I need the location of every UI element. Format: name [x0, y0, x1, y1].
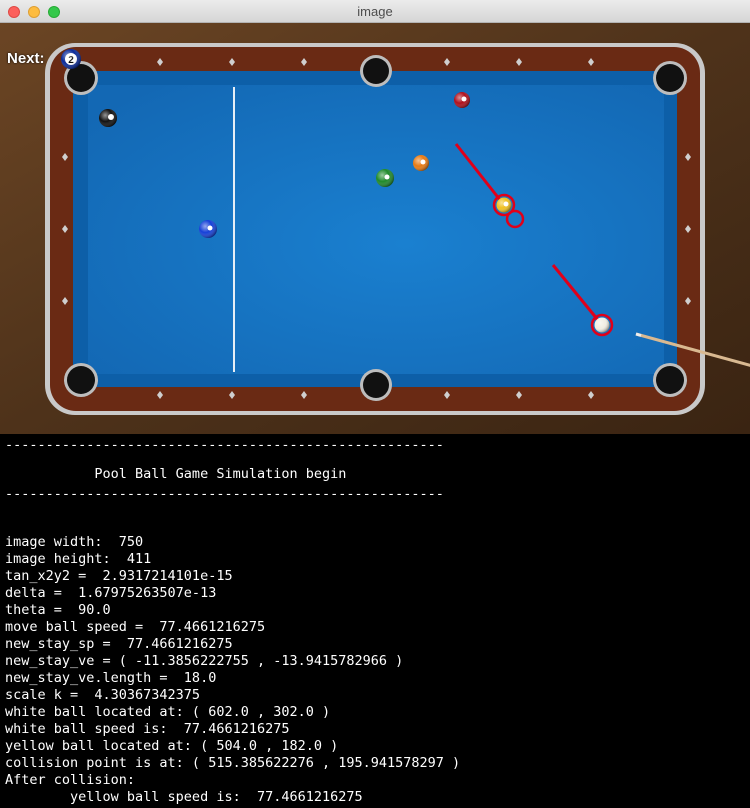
ball-blue[interactable]: [199, 220, 217, 238]
ball-yellow[interactable]: [492, 193, 516, 217]
console-line: yellow ball speed is: 77.4661216275: [5, 789, 363, 805]
next-ball-label: Next:: [7, 50, 45, 67]
console-line: ----------------------------------------…: [5, 437, 444, 453]
cue-ball[interactable]: [590, 313, 614, 337]
ball-red[interactable]: [454, 92, 470, 108]
console-line: yellow ball located at: ( 504.0 , 182.0 …: [5, 738, 339, 754]
pool-game-canvas[interactable]: Next: 2: [0, 23, 750, 434]
console-line: delta = 1.67975263507e-13: [5, 585, 217, 601]
console-line: image width: 750: [5, 534, 144, 550]
table-felt: [88, 85, 664, 374]
console-line: new_stay_ve.length = 18.0: [5, 670, 217, 686]
ball-black[interactable]: [99, 109, 117, 127]
ball-orange[interactable]: [413, 155, 429, 171]
ball-green[interactable]: [376, 169, 394, 187]
console-line: image height: 411: [5, 551, 152, 567]
console-line: new_stay_sp = 77.4661216275: [5, 636, 233, 652]
console-line: white ball located at: ( 602.0 , 302.0 ): [5, 704, 331, 720]
console-line: scale k = 4.30367342375: [5, 687, 201, 703]
window-title: image: [357, 4, 393, 19]
console-line: tan_x2y2 = 2.9317214101e-15: [5, 568, 233, 584]
console-line: move ball speed = 77.4661216275: [5, 619, 266, 635]
pool-table: [0, 23, 750, 434]
console-line: After collision:: [5, 772, 136, 788]
console-line: ----------------------------------------…: [5, 486, 444, 502]
console-line: new_stay_ve = ( -11.3856222755 , -13.941…: [5, 653, 404, 669]
console-line: white ball speed is: 77.4661216275: [5, 721, 290, 737]
window-titlebar: image: [0, 0, 750, 23]
console-line: Pool Ball Game Simulation begin: [5, 466, 347, 482]
next-ball-icon: 2: [61, 49, 81, 69]
console-line: collision point is at: ( 515.385622276 ,…: [5, 755, 461, 771]
console-output: ----------------------------------------…: [0, 434, 750, 808]
console-line: theta = 90.0: [5, 602, 111, 618]
